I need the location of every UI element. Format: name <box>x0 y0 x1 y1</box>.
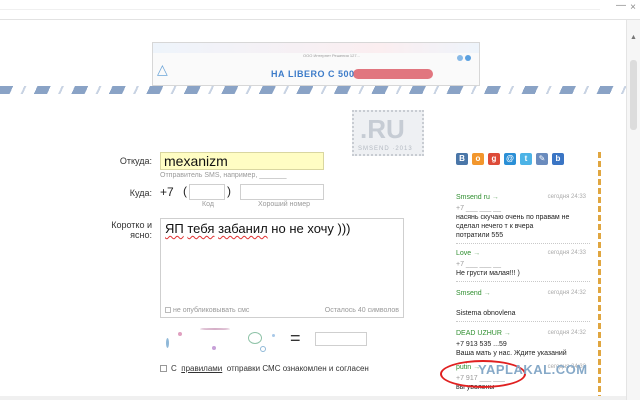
rules-link[interactable]: правилами <box>181 364 222 373</box>
close-icon[interactable]: × <box>630 2 636 13</box>
captcha-equals: = <box>290 328 301 348</box>
message-word-3: забанил <box>218 221 268 236</box>
number-hint: Хороший номер <box>258 201 311 208</box>
google-icon[interactable]: g <box>488 153 500 165</box>
agree-text: отправки СМС ознакомлен и согласен <box>226 364 369 373</box>
no-publish-label: не опубликовывать смс <box>173 307 250 314</box>
vertical-scrollbar[interactable]: ▲ <box>626 20 640 400</box>
feed-item: DEAD UZHUR → сегодня 24:32 +7 913 535 ...… <box>456 330 590 358</box>
country-code: +7 <box>160 185 174 199</box>
no-publish-checkbox[interactable] <box>165 307 171 314</box>
stamp-logo: .RU SMSEND ·2013 <box>352 110 424 156</box>
feed-line: потратили 555 <box>456 232 504 239</box>
ad-info-icon[interactable] <box>465 55 471 61</box>
feed-body: +7 ___ ___ __ насянь скучаю очень по пра… <box>456 204 590 240</box>
feed-time: сегодня 24:32 <box>547 330 586 336</box>
ad-decor-icon: △ <box>157 61 168 77</box>
message-textarea[interactable]: ЯП тебя забанил но не хочу ))) не опубли… <box>160 218 404 318</box>
feed-line: +7 913 535 ...59 <box>456 341 507 348</box>
feed-body: Sistema obnovlena <box>456 300 590 318</box>
feed-line: +7 ___ ___ __ <box>456 205 501 212</box>
arrow-right-icon: → <box>483 290 491 297</box>
ad-choice-icon[interactable] <box>457 55 463 61</box>
feed-body: +7 ___ ___ __ Не грусти малая!!! ) <box>456 260 590 278</box>
livejournal-icon[interactable]: ✎ <box>536 153 548 165</box>
feed-line: +7 ___ ___ __ <box>456 261 501 268</box>
code-hint: Код <box>202 201 214 208</box>
captcha-image <box>160 324 280 358</box>
message-word-2: тебя <box>187 221 215 236</box>
feed-item: Smsend ru → сегодня 24:33 +7 ___ ___ __ н… <box>456 194 590 244</box>
message-label-line1: Коротко и <box>111 220 152 230</box>
to-label: Куда: <box>129 188 152 198</box>
stamp-brand: .RU <box>360 114 405 144</box>
blogger-icon[interactable]: b <box>552 153 564 165</box>
social-share-bar: B o g @ t ✎ b <box>456 153 564 165</box>
airmail-stripe <box>0 86 626 94</box>
feed-time: сегодня 24:33 <box>547 194 586 200</box>
feed-line: насянь скучаю очень по правам не <box>456 214 570 221</box>
sender-input[interactable]: mexanizm <box>160 152 324 170</box>
scroll-up-icon[interactable]: ▲ <box>630 34 637 41</box>
feed-line: Sistema obnovlena <box>456 310 516 317</box>
ad-headline: НА LIBERO С 500 <box>271 69 355 79</box>
feed-divider <box>456 281 590 282</box>
ad-top-band <box>153 43 479 53</box>
from-label: Откуда: <box>119 156 152 166</box>
char-counter: Осталось 40 символов <box>324 307 399 314</box>
feed-divider <box>456 243 590 244</box>
feed-line <box>456 300 590 309</box>
scrollbar-thumb[interactable] <box>630 60 637 130</box>
top-strip-line <box>0 9 600 10</box>
stamp-subtitle: SMSEND ·2013 <box>358 146 413 152</box>
feed-time: сегодня 24:32 <box>547 290 586 296</box>
ad-red-blob <box>353 69 433 79</box>
message-text: ЯП тебя забанил но не хочу ))) <box>165 221 351 236</box>
feed-item: Smsend → сегодня 24:32 Sistema obnovlena <box>456 290 590 322</box>
phone-number-input[interactable] <box>240 184 324 200</box>
captcha-input[interactable] <box>315 332 367 346</box>
arrow-right-icon: → <box>503 330 511 337</box>
page: — × ▲ ООО Интернет Решения 127... △ НА L… <box>0 0 640 400</box>
feed-item: Love → сегодня 24:33 +7 ___ ___ __ Не гру… <box>456 250 590 282</box>
odnoklassniki-icon[interactable]: o <box>472 153 484 165</box>
open-paren: ( <box>183 184 187 198</box>
minimize-icon[interactable]: — <box>616 0 626 11</box>
bottom-rule <box>0 396 626 400</box>
no-publish-option[interactable]: не опубликовывать смс <box>165 307 249 314</box>
agree-checkbox[interactable] <box>160 365 167 372</box>
agree-prefix: С <box>171 364 177 373</box>
watermark: YAPLAKAL.COM <box>478 362 588 377</box>
message-word-1: ЯП <box>165 221 184 236</box>
feed-border <box>598 152 601 400</box>
operator-code-input[interactable] <box>189 184 225 200</box>
arrow-right-icon: → <box>473 250 481 257</box>
arrow-right-icon: → <box>491 194 499 201</box>
feed-line: сделал нечего т к вчера <box>456 223 534 230</box>
message-rest: но не хочу ))) <box>267 221 351 236</box>
feed-body: +7 913 535 ...59 Ваша мать у нас. Ждите … <box>456 340 590 358</box>
mail-icon[interactable]: @ <box>504 153 516 165</box>
message-label-line2: ясно: <box>130 230 152 240</box>
sender-hint: Отправитель SMS, например, _______ <box>160 172 287 179</box>
feed-time: сегодня 24:33 <box>547 250 586 256</box>
twitter-icon[interactable]: t <box>520 153 532 165</box>
ad-fine-print: ООО Интернет Решения 127... <box>303 53 360 58</box>
banner-ad[interactable]: ООО Интернет Решения 127... △ НА LIBERO … <box>152 42 480 86</box>
browser-top-strip: — × <box>0 0 640 20</box>
agree-row[interactable]: С правилами отправки СМС ознакомлен и со… <box>160 364 369 373</box>
feed-line: Ваша мать у нас. Ждите указаний <box>456 350 567 357</box>
close-paren: ) <box>227 184 231 198</box>
feed-line: Не грусти малая!!! ) <box>456 270 520 277</box>
vk-icon[interactable]: B <box>456 153 468 165</box>
feed-divider <box>456 321 590 322</box>
